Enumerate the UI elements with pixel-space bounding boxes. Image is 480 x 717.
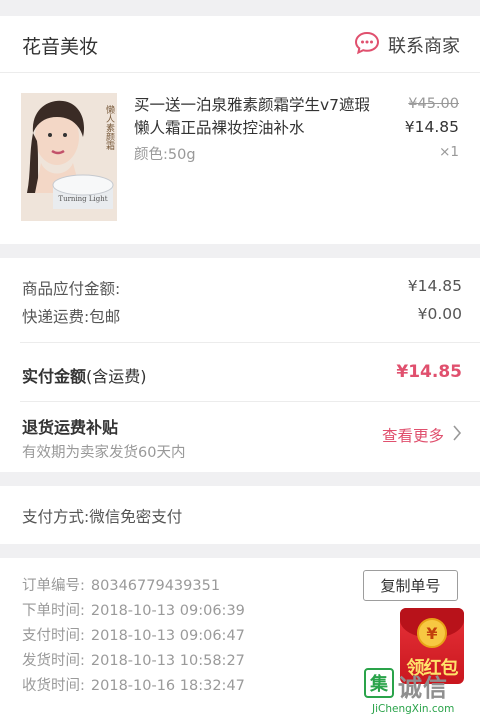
product-title[interactable]: 买一送一泊泉雅素颜霜学生v7遮瑕懒人霜正品裸妆控油补水	[134, 94, 374, 140]
watermark-logo: 集	[364, 668, 394, 698]
shop-name[interactable]: 花音美妆	[22, 32, 98, 59]
paid-amount-label: 实付金额	[22, 367, 87, 386]
refund-subsidy-validity: 有效期为卖家发货60天内	[22, 445, 186, 461]
contact-seller-label: 联系商家	[388, 36, 460, 57]
amount-summary: 商品应付金额: ¥14.85 快递运费:包邮 ¥0.00 实付金额(含运费) ¥…	[0, 258, 480, 472]
svg-text:懒人素颜霜: 懒人素颜霜	[104, 104, 115, 151]
coin-icon: ¥	[417, 618, 447, 648]
product-variant: 颜色:50g	[134, 147, 196, 163]
shop-header: 花音美妆 联系商家	[0, 16, 480, 72]
chat-bubble-icon	[354, 31, 380, 59]
watermark: 集 诚信 JiChengXin.com	[364, 668, 480, 717]
product-price: ¥14.85	[404, 118, 459, 136]
svg-text:Turning Light: Turning Light	[58, 195, 107, 203]
product-quantity: ×1	[439, 144, 459, 160]
chevron-right-icon	[452, 425, 462, 445]
goods-amount-label: 商品应付金额:	[22, 280, 121, 298]
copy-order-number-button[interactable]: 复制单号	[363, 570, 458, 601]
order-info-row: 订单编号: 80346779439351	[22, 578, 221, 594]
payment-method-label: 支付方式:	[22, 508, 90, 526]
product-image[interactable]: Turning Light 懒人素颜霜	[21, 93, 117, 221]
order-info-row: 支付时间: 2018-10-13 09:06:47	[22, 628, 245, 644]
payment-method-value: 微信免密支付	[89, 508, 183, 526]
watermark-url: JiChengXin.com	[372, 703, 455, 715]
shipping-value: ¥0.00	[417, 305, 462, 323]
paid-amount-value: ¥14.85	[396, 362, 462, 382]
contact-seller-button[interactable]: 联系商家	[354, 30, 460, 60]
original-price: ¥45.00	[408, 96, 459, 112]
order-info-row: 发货时间: 2018-10-13 10:58:27	[22, 653, 245, 669]
view-more-link[interactable]: 查看更多	[382, 424, 462, 446]
view-more-label: 查看更多	[381, 427, 444, 445]
shipping-label: 快递运费:包邮	[22, 308, 121, 326]
order-info-row: 收货时间: 2018-10-16 18:32:47	[22, 678, 245, 694]
refund-subsidy-title: 退货运费补贴	[22, 418, 119, 437]
watermark-text: 诚信	[398, 674, 448, 702]
order-info-row: 下单时间: 2018-10-13 09:06:39	[22, 603, 245, 619]
payment-method: 支付方式:微信免密支付	[0, 486, 480, 544]
paid-amount-note: (含运费)	[86, 367, 147, 386]
goods-amount-value: ¥14.85	[407, 277, 462, 295]
product-card[interactable]: Turning Light 懒人素颜霜 买一送一泊泉雅素颜霜学生v7遮瑕懒人霜正…	[0, 72, 480, 244]
